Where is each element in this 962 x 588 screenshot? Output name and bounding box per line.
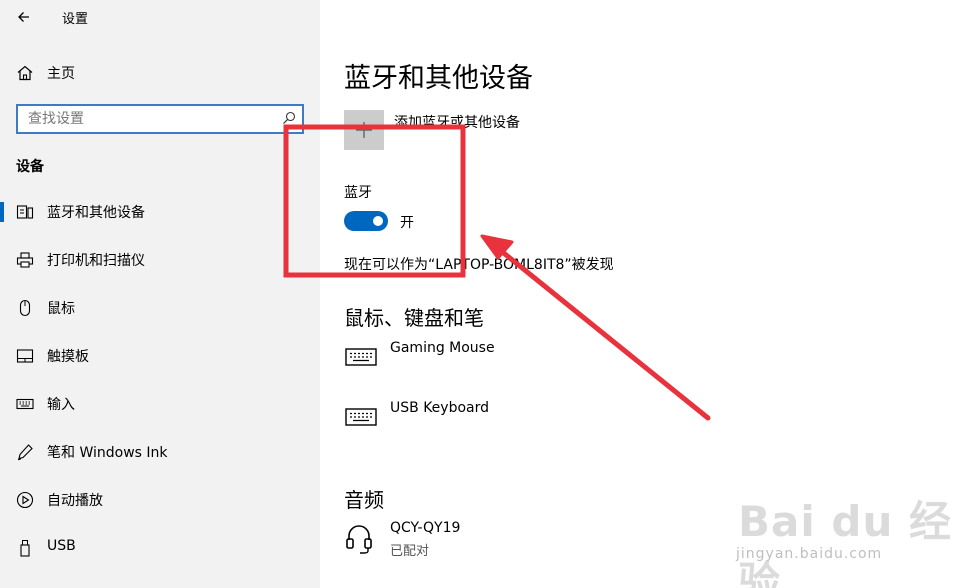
keyboard-icon <box>16 398 34 410</box>
sidebar-item-label: 打印机和扫描仪 <box>47 253 145 269</box>
discoverable-text: 现在可以作为“LAPTOP-BOML8IT8”被发现 <box>344 257 614 273</box>
window-title: 设置 <box>62 12 89 27</box>
sidebar-item-label: 输入 <box>47 397 75 413</box>
sidebar-item-label: 蓝牙和其他设备 <box>47 205 145 221</box>
sidebar-item-typing[interactable]: 输入 <box>0 384 320 424</box>
add-device-tile[interactable] <box>344 110 384 150</box>
sidebar-item-pen[interactable]: 笔和 Windows Ink <box>0 432 320 472</box>
device-name: Gaming Mouse <box>390 340 495 356</box>
watermark-url: jingyan.baidu.com <box>736 546 883 562</box>
pen-icon <box>17 444 33 461</box>
device-name: QCY-QY19 <box>390 520 461 536</box>
usb-icon <box>20 540 30 557</box>
device-status: 已配对 <box>390 544 430 559</box>
input-devices-heading: 鼠标、键盘和笔 <box>344 306 484 330</box>
active-indicator <box>0 202 4 222</box>
watermark-brand: Bai du 经验 <box>738 497 952 588</box>
page-title: 蓝牙和其他设备 <box>344 63 533 94</box>
sidebar-item-printers[interactable]: 打印机和扫描仪 <box>0 240 320 280</box>
device-qcy-qy19[interactable]: QCY-QY19 已配对 <box>344 520 744 564</box>
plus-icon <box>356 122 372 138</box>
device-usb-keyboard[interactable]: USB Keyboard <box>344 400 744 444</box>
add-device-label: 添加蓝牙或其他设备 <box>394 115 520 131</box>
sidebar-item-mouse[interactable]: 鼠标 <box>0 288 320 328</box>
home-icon <box>17 65 33 81</box>
mouse-icon <box>19 299 31 317</box>
search-icon[interactable] <box>282 111 296 125</box>
sidebar-item-label: 鼠标 <box>47 301 75 317</box>
autoplay-icon <box>16 491 34 509</box>
device-gaming-mouse[interactable]: Gaming Mouse <box>344 340 744 384</box>
touchpad-icon <box>16 349 34 363</box>
bluetooth-devices-icon <box>16 205 34 219</box>
printer-icon <box>16 252 34 268</box>
headset-icon <box>346 525 372 554</box>
sidebar-item-bluetooth[interactable]: 蓝牙和其他设备 <box>0 192 320 232</box>
search-box[interactable] <box>16 104 304 134</box>
sidebar-item-usb[interactable]: USB <box>0 528 320 568</box>
sidebar-section-title: 设备 <box>16 159 44 175</box>
sidebar-item-label: 触摸板 <box>47 349 89 365</box>
toggle-knob <box>373 216 383 226</box>
bluetooth-toggle[interactable] <box>344 211 388 231</box>
sidebar-item-touchpad[interactable]: 触摸板 <box>0 336 320 376</box>
sidebar-item-label: 笔和 Windows Ink <box>47 445 168 461</box>
sidebar-item-label: USB <box>47 538 76 554</box>
device-name: USB Keyboard <box>390 400 489 416</box>
keyboard-icon <box>345 348 377 366</box>
bluetooth-toggle-state: 开 <box>400 215 414 231</box>
bluetooth-label: 蓝牙 <box>344 185 372 201</box>
arrow-left-icon <box>18 12 29 22</box>
watermark: Bai du 经验 jingyan.baidu.com <box>732 484 952 588</box>
keyboard-icon <box>345 408 377 426</box>
sidebar-home-label: 主页 <box>47 66 75 82</box>
sidebar: 设置 主页 设备 蓝牙和其他设备 打印机和扫描仪 <box>0 0 320 588</box>
sidebar-item-autoplay[interactable]: 自动播放 <box>0 480 320 520</box>
audio-heading: 音频 <box>344 488 384 512</box>
search-input[interactable] <box>28 110 268 128</box>
sidebar-item-label: 自动播放 <box>47 493 103 509</box>
back-button[interactable] <box>14 6 36 28</box>
sidebar-home[interactable]: 主页 <box>16 62 75 84</box>
